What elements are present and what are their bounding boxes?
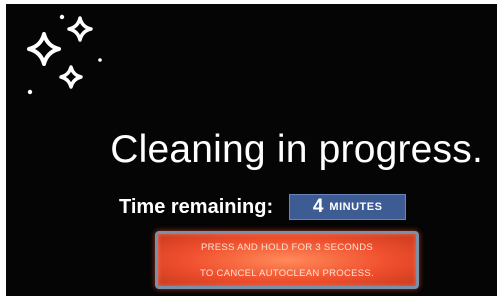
cancel-autoclean-button[interactable]: PRESS AND HOLD FOR 3 SECONDS TO CANCEL A…: [155, 231, 419, 289]
sparkles-icon: [27, 14, 102, 95]
cancel-line-1: PRESS AND HOLD FOR 3 SECONDS: [200, 241, 374, 253]
status-title: Cleaning in progress.: [110, 128, 483, 171]
time-remaining-value-box: 4 MINUTES: [289, 194, 407, 220]
cancel-line-2: TO CANCEL AUTOCLEAN PROCESS.: [200, 267, 374, 279]
time-remaining-label: Time remaining:: [119, 196, 274, 218]
time-remaining-number: 4: [312, 196, 324, 217]
time-remaining-unit: MINUTES: [329, 201, 383, 213]
time-remaining-row: Time remaining: 4 MINUTES: [119, 192, 407, 222]
display-screen: Cleaning in progress. Time remaining: 4 …: [6, 4, 497, 296]
cancel-autoclean-label: PRESS AND HOLD FOR 3 SECONDS TO CANCEL A…: [200, 228, 374, 293]
